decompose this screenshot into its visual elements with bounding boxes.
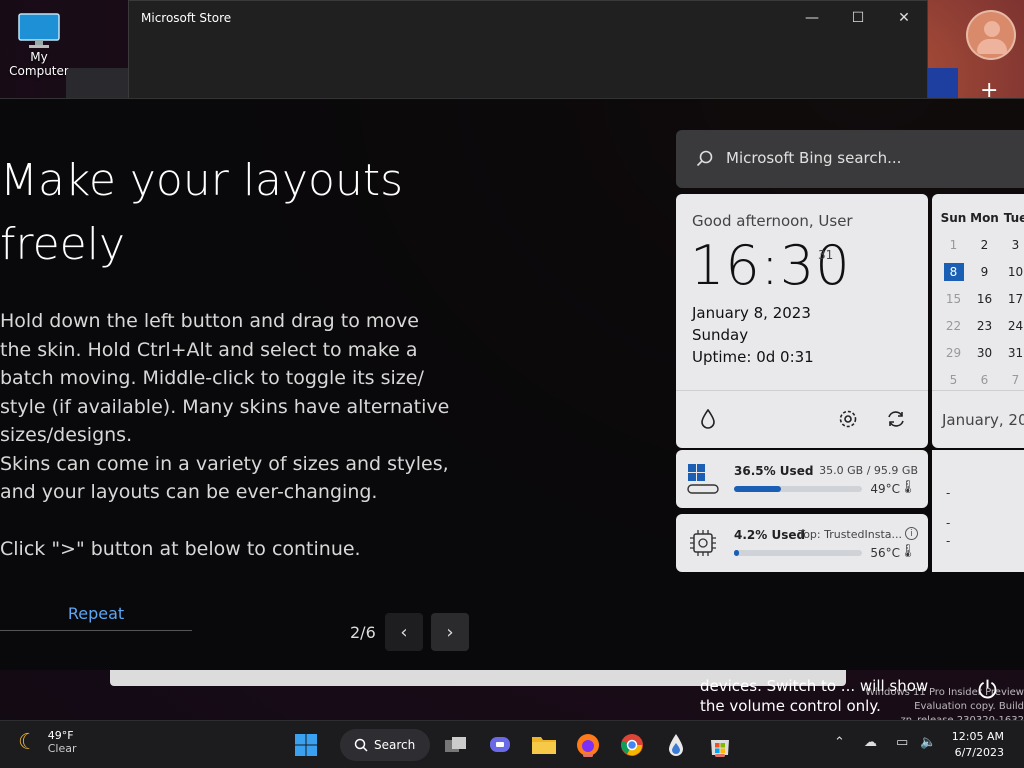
disk-used: 36.5% Used — [734, 464, 814, 478]
chrome-icon[interactable] — [618, 731, 646, 759]
weather-widget[interactable]: ☾ 49°F Clear — [18, 729, 77, 755]
search-placeholder: Microsoft Bing search... — [726, 149, 902, 167]
thermometer-icon: 🌡 — [899, 544, 916, 559]
teams-chat-icon[interactable] — [486, 731, 514, 759]
windows-logo-icon — [295, 734, 317, 756]
minimize-button[interactable]: — — [789, 5, 835, 31]
disk-widget[interactable]: 36.5% Used 35.0 GB / 95.9 GB 49°C 🌡 — [676, 450, 928, 508]
file-explorer-icon[interactable] — [530, 731, 558, 759]
calendar-widget[interactable]: Sun Mon Tue 1 2 3 8 9 10 15 16 17 22 23 … — [932, 194, 1024, 448]
start-button[interactable] — [292, 731, 320, 759]
network-icon[interactable]: ▭ — [896, 735, 908, 750]
clock-uptime: Uptime: 0d 0:31 — [692, 348, 814, 366]
taskbar-search[interactable]: Search — [340, 729, 430, 761]
water-drop-icon[interactable] — [696, 407, 720, 431]
clock-time: 16:30 — [690, 234, 851, 297]
maximize-button[interactable]: ☐ — [835, 5, 881, 31]
thermometer-icon: 🌡 — [899, 480, 916, 495]
page-indicator: 2/6 — [350, 623, 376, 642]
repeat-button[interactable]: Repeat — [0, 599, 192, 631]
window-title: Microsoft Store — [141, 11, 232, 25]
droplet-app-icon[interactable] — [662, 731, 690, 759]
calendar-week: 1 2 3 — [949, 237, 1020, 252]
microsoft-store-window: Microsoft Store — ☐ ✕ — [128, 0, 928, 100]
weather-temp: 49°F — [47, 729, 74, 742]
info-icon[interactable]: i — [905, 527, 918, 540]
refresh-icon[interactable] — [884, 407, 908, 431]
search-icon — [696, 150, 713, 167]
calendar-month-label: January, 2023 — [942, 411, 1024, 429]
clock-widget[interactable]: Good afternoon, User 16:30 31 January 8,… — [676, 194, 928, 448]
background-window-accent — [928, 68, 958, 98]
calendar-week: 29 30 31 — [945, 345, 1024, 360]
greeting: Good afternoon, User — [692, 212, 853, 230]
cpu-used: 4.2% Used — [734, 528, 806, 542]
clock-seconds: 31 — [818, 248, 834, 262]
weather-desc: Clear — [47, 742, 77, 755]
moon-icon: ☾ — [18, 729, 38, 755]
clock-date: January 8, 2023 — [692, 304, 811, 322]
firefox-icon[interactable] — [574, 731, 602, 759]
search-icon — [354, 738, 368, 752]
task-view-icon[interactable] — [442, 731, 470, 759]
bing-search-widget[interactable]: Microsoft Bing search... — [676, 130, 1024, 188]
calendar-week: 5 6 7 — [949, 372, 1020, 387]
prev-button[interactable]: ‹ — [385, 613, 423, 651]
monitor-icon — [17, 12, 61, 48]
calendar-week: 22 23 24 — [945, 318, 1024, 333]
close-button[interactable]: ✕ — [881, 5, 927, 31]
volume-icon[interactable]: 🔈 — [920, 735, 936, 750]
taskbar-clock[interactable]: 12:05 AM 6/7/2023 — [952, 729, 1004, 761]
calendar-today[interactable]: 8 — [938, 262, 969, 281]
cpu-top-process: Top: TrustedInsta... — [798, 528, 902, 541]
user-avatar[interactable] — [966, 10, 1016, 60]
tour-body: Hold down the left button and drag to mo… — [0, 310, 450, 560]
cpu-usage-bar — [734, 550, 862, 556]
calendar-week: 8 9 10 — [938, 258, 1024, 285]
microsoft-store-icon[interactable] — [706, 731, 734, 759]
my-computer-desktop-icon[interactable]: My Computer — [0, 8, 78, 78]
disk-temp: 49°C — [870, 482, 900, 496]
calendar-header: Sun Mon Tue — [940, 210, 1024, 225]
cpu-temp: 56°C — [870, 546, 900, 560]
chevron-up-icon[interactable]: ⌃ — [834, 735, 845, 750]
next-button[interactable]: › — [431, 613, 469, 651]
cpu-widget[interactable]: 4.2% Used Top: TrustedInsta... i 56°C 🌡 — [676, 514, 928, 572]
side-widget: - - - — [932, 450, 1024, 572]
taskbar: ☾ 49°F Clear Search ⌃ ☁ ▭ 🔈 12:05 AM 6/7… — [0, 720, 1024, 768]
tour-headline: Make your layouts freely — [0, 155, 404, 270]
disk-capacity: 35.0 GB / 95.9 GB — [819, 464, 918, 477]
background-window — [66, 68, 128, 98]
power-icon[interactable]: ⏻ — [978, 676, 997, 704]
calendar-week: 15 16 17 — [945, 291, 1024, 306]
gear-icon[interactable] — [836, 407, 860, 431]
cloud-offline-icon[interactable]: ☁ — [864, 735, 877, 750]
cpu-chip-icon — [690, 530, 716, 556]
clock-weekday: Sunday — [692, 326, 749, 344]
windows-drive-icon — [687, 464, 719, 494]
disk-usage-bar — [734, 486, 862, 492]
